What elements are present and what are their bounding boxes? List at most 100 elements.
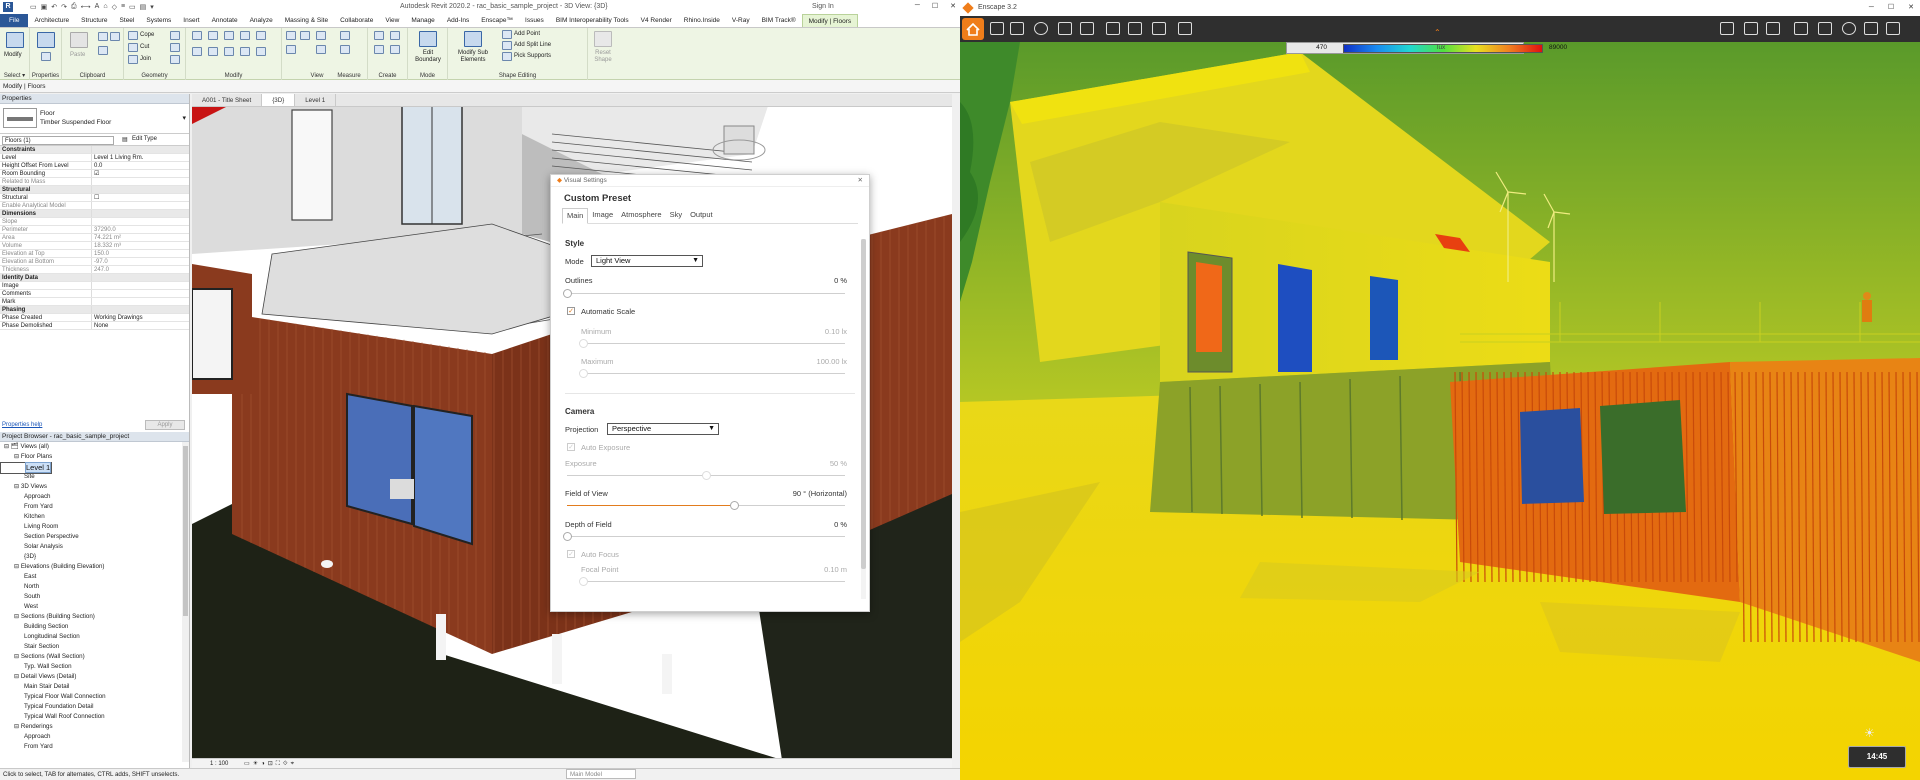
visual-settings-icon[interactable] [1794,22,1808,35]
property-value[interactable]: Working Drawings [92,314,189,321]
property-value[interactable] [92,210,189,217]
ribbon-tab[interactable]: Massing & Site [279,14,334,27]
property-row[interactable]: Elevation at Bottom -97.0 [0,258,189,266]
ribbon-tab[interactable]: View [379,14,405,27]
property-value[interactable]: -97.0 [92,258,189,265]
property-value[interactable] [92,282,189,289]
property-row[interactable]: Mark [0,298,189,306]
property-row[interactable]: Structural ☐ [0,194,189,202]
customize-qat-icon[interactable]: ▾ [150,3,154,11]
upload-icon[interactable] [1720,22,1734,35]
property-row[interactable]: Level Level 1 Living Rm. [0,154,189,162]
reset-shape-label[interactable]: Reset Shape [590,50,616,64]
add-point-icon[interactable] [502,30,512,39]
cope-label[interactable]: Cope [140,32,154,38]
property-value[interactable]: 150.0 [92,250,189,257]
view-tab[interactable]: {3D} [262,94,296,106]
browser-scrollbar[interactable] [182,442,189,762]
property-value[interactable] [92,290,189,297]
field-of-view-value[interactable]: 90 ° (Horizontal) [793,489,847,498]
ribbon-tab[interactable]: File [0,14,29,27]
walk-mode-icon[interactable] [990,22,1004,35]
property-row[interactable]: Phase Created Working Drawings [0,314,189,322]
browser-tree-item[interactable]: ⊟ 3D Views [0,482,189,492]
browser-tree-item[interactable]: Building Section [0,622,189,632]
cut-clipboard-icon[interactable] [98,32,108,41]
pick-supports-label[interactable]: Pick Supports [514,53,551,59]
edit-boundary-label[interactable]: Edit Boundary [410,50,446,64]
projection-select[interactable]: Perspective ▼ [607,423,719,435]
browser-tree-item[interactable]: Kitchen [0,512,189,522]
modify-sub-elements-label[interactable]: Modify Sub Elements [450,50,496,64]
override-graphics-icon[interactable] [316,45,326,54]
browser-tree-item[interactable]: ⊟ Detail Views (Detail) [0,672,189,682]
settings-tab[interactable]: Main [562,208,589,224]
cut-label[interactable]: Cut [140,44,149,50]
browser-tree-item[interactable]: North [0,582,189,592]
ribbon-tab[interactable]: Insert [177,14,205,27]
properties-icon[interactable] [37,32,55,48]
account-icon[interactable] [1886,22,1900,35]
join-label[interactable]: Join [140,56,151,62]
modify-arrow-icon[interactable] [6,32,24,48]
hide-icon[interactable] [316,31,326,40]
property-row[interactable]: Phasing [0,306,189,314]
ribbon-tab[interactable]: Architecture [28,14,75,27]
field-of-view-slider-knob[interactable] [729,501,739,510]
cut-geometry-icon[interactable] [128,43,138,52]
apply-button[interactable]: Apply [145,420,185,430]
edit-type-icon[interactable]: ▤ [122,136,128,143]
ribbon-tab[interactable]: V4 Render [635,14,678,27]
property-row[interactable]: Enable Analytical Model [0,202,189,210]
export-icon[interactable] [1178,22,1192,35]
settings-tab[interactable]: Sky [666,208,687,223]
maximum-value[interactable]: 100.00 lx [817,357,847,366]
property-value[interactable]: ☑ [92,170,189,177]
exposure-slider[interactable] [567,471,845,480]
property-value[interactable]: 37290.0 [92,226,189,233]
screenshot-icon[interactable] [1106,22,1120,35]
pin-icon[interactable] [286,31,296,40]
browser-tree-item[interactable]: Longitudinal Section [0,632,189,642]
sun-position-icon[interactable] [1080,22,1094,35]
help-icon[interactable] [1842,22,1856,35]
move-icon[interactable] [192,47,202,56]
field-of-view-slider[interactable] [567,501,845,510]
add-split-line-icon[interactable] [502,41,512,50]
property-row[interactable]: Comments [0,290,189,298]
mirror-pick-icon[interactable] [224,31,234,40]
property-value[interactable]: 74.221 m² [92,234,189,241]
property-row[interactable]: Elevation at Top 150.0 [0,250,189,258]
focal-point-value[interactable]: 0.10 m [824,565,847,574]
auto-exposure-checkbox[interactable]: ✓ [567,443,575,451]
type-dropdown-icon[interactable]: ▾ [182,114,186,122]
focal-point-slider[interactable] [579,577,845,586]
ribbon-tab[interactable]: Steel [114,14,141,27]
batch-render-icon[interactable] [1128,22,1142,35]
pick-supports-icon[interactable] [502,52,512,61]
property-value[interactable]: None [92,322,189,329]
view-scale[interactable]: 1 : 100 [210,761,228,767]
add-point-label[interactable]: Add Point [514,31,540,37]
property-value[interactable] [92,186,189,193]
paste-icon[interactable] [70,32,88,48]
ribbon-tab[interactable]: Structure [75,14,113,27]
time-of-day-display[interactable]: 14:45 [1848,746,1906,768]
paint-icon[interactable] [170,55,180,64]
views-icon[interactable] [1744,22,1758,35]
browser-tree-item[interactable]: Stair Section [0,642,189,652]
exposure-slider-knob[interactable] [702,471,711,480]
property-row[interactable]: Volume 18.332 m³ [0,242,189,250]
ribbon-tab[interactable]: Issues [519,14,550,27]
property-row[interactable]: Area 74.221 m² [0,234,189,242]
ribbon-tab[interactable]: V-Ray [726,14,756,27]
ribbon-tab[interactable]: Modify | Floors [801,14,859,27]
property-row[interactable]: Identity Data [0,274,189,282]
property-row[interactable]: Image [0,282,189,290]
browser-tree-item[interactable]: From Yard [0,742,189,752]
properties-help-link[interactable]: Properties help [2,422,42,428]
dimension-icon[interactable] [340,45,350,54]
ribbon-tab[interactable]: Enscape™ [475,14,519,27]
browser-tree-item[interactable]: East [0,572,189,582]
browser-tree-item[interactable]: Typical Floor Wall Connection [0,692,189,702]
